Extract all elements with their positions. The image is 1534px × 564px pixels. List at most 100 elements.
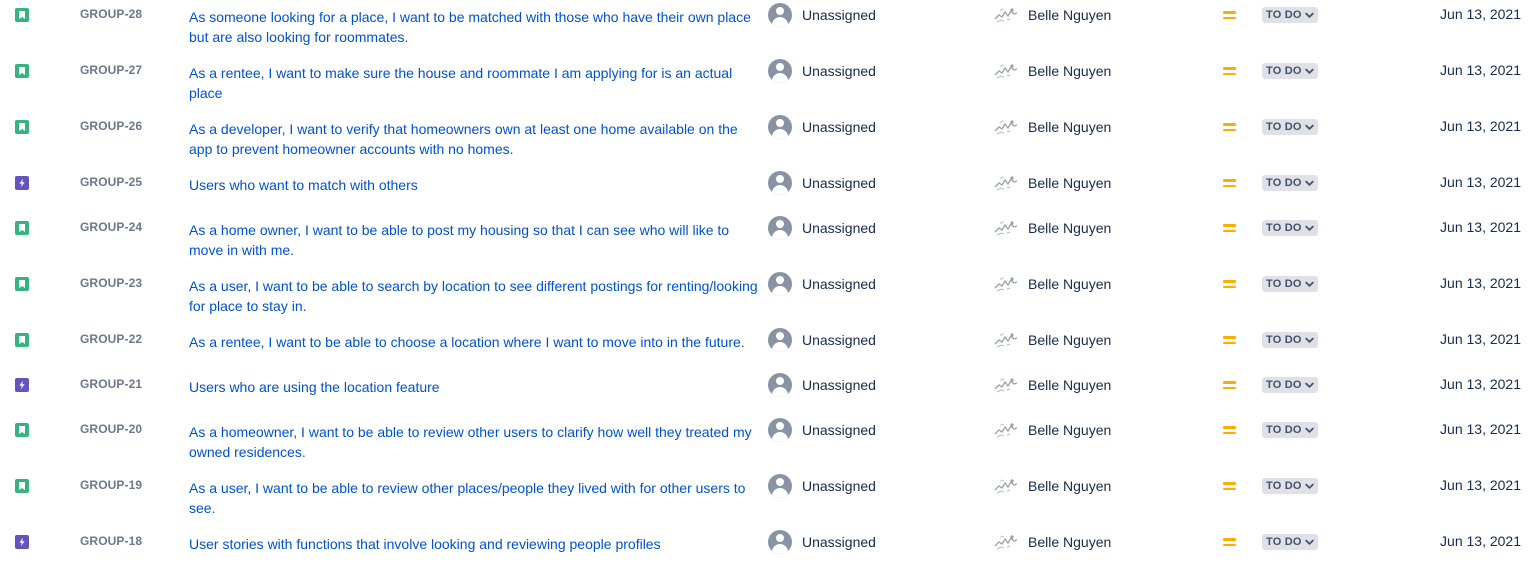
default-avatar-icon (768, 328, 792, 352)
issue-key[interactable]: GROUP-18 (80, 534, 142, 548)
status-dropdown[interactable]: TO DO (1262, 478, 1318, 494)
medium-priority-icon (1223, 278, 1237, 290)
issue-summary-link[interactable]: As a developer, I want to verify that ho… (189, 119, 759, 159)
created-date: Jun 13, 2021 (1440, 174, 1521, 190)
reporter-avatar (993, 116, 1019, 138)
chevron-down-icon (1304, 281, 1314, 288)
bookmark-icon (15, 423, 29, 437)
assignee-name: Unassigned (802, 63, 876, 79)
assignee[interactable]: Unassigned (768, 215, 876, 241)
assignee-name: Unassigned (802, 7, 876, 23)
status-dropdown[interactable]: TO DO (1262, 119, 1318, 135)
assignee-name: Unassigned (802, 534, 876, 550)
issue-summary-link[interactable]: User stories with functions that involve… (189, 534, 759, 554)
chevron-down-icon (1304, 427, 1314, 434)
assignee[interactable]: Unassigned (768, 327, 876, 353)
assignee[interactable]: Unassigned (768, 2, 876, 28)
default-avatar-icon (768, 171, 792, 195)
issue-summary-link[interactable]: Users who want to match with others (189, 175, 759, 195)
issue-row[interactable]: GROUP-23 As a user, I want to be able to… (0, 269, 1534, 325)
status-dropdown[interactable]: TO DO (1262, 63, 1318, 79)
issue-key[interactable]: GROUP-26 (80, 119, 142, 133)
issue-key[interactable]: GROUP-21 (80, 377, 142, 391)
issue-summary-link[interactable]: As a home owner, I want to be able to po… (189, 220, 759, 260)
issue-summary-link[interactable]: As someone looking for a place, I want t… (189, 7, 759, 47)
assignee[interactable]: Unassigned (768, 114, 876, 140)
status-dropdown[interactable]: TO DO (1262, 534, 1318, 550)
created-date: Jun 13, 2021 (1440, 6, 1521, 22)
issue-row[interactable]: GROUP-20 As a homeowner, I want to be ab… (0, 415, 1534, 471)
medium-priority-icon (1223, 480, 1237, 492)
assignee[interactable]: Unassigned (768, 529, 876, 555)
assignee-name: Unassigned (802, 377, 876, 393)
issue-summary-link[interactable]: As a user, I want to be able to search b… (189, 276, 759, 316)
issue-row[interactable]: GROUP-26 As a developer, I want to verif… (0, 112, 1534, 168)
issue-summary-link[interactable]: As a rentee, I want to be able to choose… (189, 332, 759, 352)
medium-priority-icon (1223, 65, 1237, 77)
assignee[interactable]: Unassigned (768, 170, 876, 196)
assignee[interactable]: Unassigned (768, 417, 876, 443)
issue-row[interactable]: GROUP-27 As a rentee, I want to make sur… (0, 56, 1534, 112)
assignee[interactable]: Unassigned (768, 473, 876, 499)
issue-summary-link[interactable]: Users who are using the location feature (189, 377, 759, 397)
issue-key[interactable]: GROUP-22 (80, 332, 142, 346)
reporter: Belle Nguyen (993, 215, 1111, 241)
issue-summary-link[interactable]: As a user, I want to be able to review o… (189, 478, 759, 518)
reporter: Belle Nguyen (993, 114, 1111, 140)
status-dropdown[interactable]: TO DO (1262, 175, 1318, 191)
issue-list: GROUP-28 As someone looking for a place,… (0, 0, 1534, 564)
assignee-name: Unassigned (802, 175, 876, 191)
bookmark-icon (15, 8, 29, 22)
bookmark-icon (15, 64, 29, 78)
status-label: TO DO (1266, 536, 1302, 548)
assignee-name: Unassigned (802, 422, 876, 438)
issue-key[interactable]: GROUP-20 (80, 422, 142, 436)
medium-priority-icon (1223, 379, 1237, 391)
created-date: Jun 13, 2021 (1440, 219, 1521, 235)
status-dropdown[interactable]: TO DO (1262, 422, 1318, 438)
assignee[interactable]: Unassigned (768, 58, 876, 84)
bookmark-icon (15, 479, 29, 493)
created-date: Jun 13, 2021 (1440, 62, 1521, 78)
issue-key[interactable]: GROUP-28 (80, 7, 142, 21)
issue-row[interactable]: GROUP-18 User stories with functions tha… (0, 527, 1534, 564)
assignee[interactable]: Unassigned (768, 271, 876, 297)
assignee-name: Unassigned (802, 478, 876, 494)
reporter-avatar (993, 217, 1019, 239)
chevron-down-icon (1304, 539, 1314, 546)
chevron-down-icon (1304, 382, 1314, 389)
issue-summary-link[interactable]: As a rentee, I want to make sure the hou… (189, 63, 759, 103)
issue-key[interactable]: GROUP-23 (80, 276, 142, 290)
status-dropdown[interactable]: TO DO (1262, 7, 1318, 23)
chevron-down-icon (1304, 68, 1314, 75)
created-date: Jun 13, 2021 (1440, 477, 1521, 493)
issue-key[interactable]: GROUP-24 (80, 220, 142, 234)
issue-row[interactable]: GROUP-24 As a home owner, I want to be a… (0, 213, 1534, 269)
reporter-avatar (993, 4, 1019, 26)
issue-row[interactable]: GROUP-19 As a user, I want to be able to… (0, 471, 1534, 527)
issue-key[interactable]: GROUP-19 (80, 478, 142, 492)
reporter-name: Belle Nguyen (1028, 175, 1112, 191)
reporter-name: Belle Nguyen (1028, 478, 1112, 494)
issue-row[interactable]: GROUP-28 As someone looking for a place,… (0, 0, 1534, 56)
reporter-name: Belle Nguyen (1028, 332, 1112, 348)
default-avatar-icon (768, 59, 792, 83)
status-dropdown[interactable]: TO DO (1262, 220, 1318, 236)
issue-summary-link[interactable]: As a homeowner, I want to be able to rev… (189, 422, 759, 462)
status-dropdown[interactable]: TO DO (1262, 276, 1318, 292)
medium-priority-icon (1223, 121, 1237, 133)
status-label: TO DO (1266, 121, 1302, 133)
status-dropdown[interactable]: TO DO (1262, 332, 1318, 348)
status-label: TO DO (1266, 379, 1302, 391)
status-dropdown[interactable]: TO DO (1262, 377, 1318, 393)
created-date: Jun 13, 2021 (1440, 533, 1521, 549)
issue-key[interactable]: GROUP-27 (80, 63, 142, 77)
medium-priority-icon (1223, 424, 1237, 436)
reporter-avatar (993, 475, 1019, 497)
bookmark-icon (15, 333, 29, 347)
issue-key[interactable]: GROUP-25 (80, 175, 142, 189)
lightning-icon (15, 176, 29, 190)
assignee[interactable]: Unassigned (768, 372, 876, 398)
medium-priority-icon (1223, 177, 1237, 189)
created-date: Jun 13, 2021 (1440, 421, 1521, 437)
